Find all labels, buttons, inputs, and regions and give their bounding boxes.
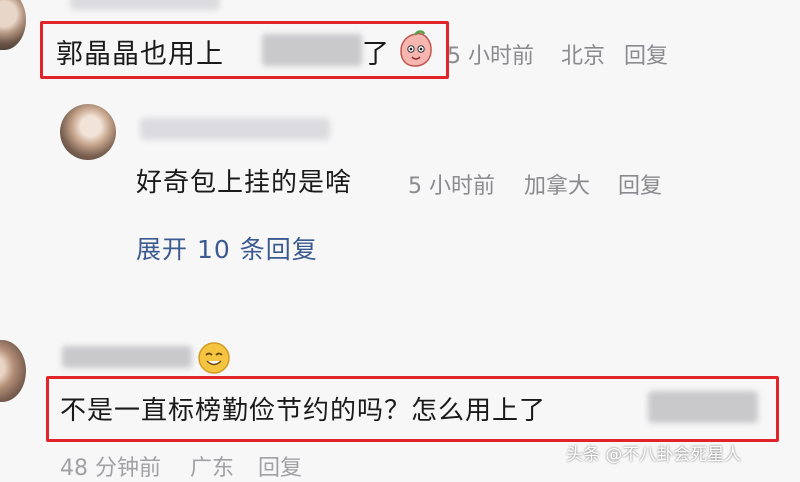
comment-1-location: 北京 [561,44,606,69]
comment-1-time: 5 小时前 [447,44,534,69]
watermark-text: 头条 @不八卦会死星人 [566,445,742,465]
comment-2-reply-button[interactable]: 回复 [258,450,302,482]
emoji-sticker-icon [398,30,434,68]
avatar-replier-1[interactable] [60,104,116,160]
comment-2-text: 不是一直标榜勤俭节约的吗？怎么用上了 [60,396,547,426]
avatar-commenter-2[interactable] [0,340,26,402]
reply-1-text: 好奇包上挂的是啥 [136,168,353,198]
expand-replies-link[interactable]: 展开 10 条回复 [136,230,318,266]
reply-1-time: 5 小时前 [408,174,495,199]
emoji-face-icon [196,340,232,376]
username-blurred-reply-1 [140,118,330,140]
reply-1-reply-button[interactable]: 回复 [618,168,662,200]
username-blurred-top [70,0,220,10]
avatar-commenter-1[interactable] [0,0,26,50]
comment-1-text-suffix: 了 [362,39,390,70]
censored-brand-2 [648,391,758,423]
censored-brand-1 [262,34,362,66]
comment-2-time: 48 分钟前 [60,456,161,481]
username-blurred-comment-2 [62,346,192,368]
comment-1-reply-button[interactable]: 回复 [624,38,668,70]
comment-1-text: 郭晶晶也用上 [56,39,224,70]
reply-1-location: 加拿大 [524,174,591,199]
comment-2-location: 广东 [190,456,235,481]
